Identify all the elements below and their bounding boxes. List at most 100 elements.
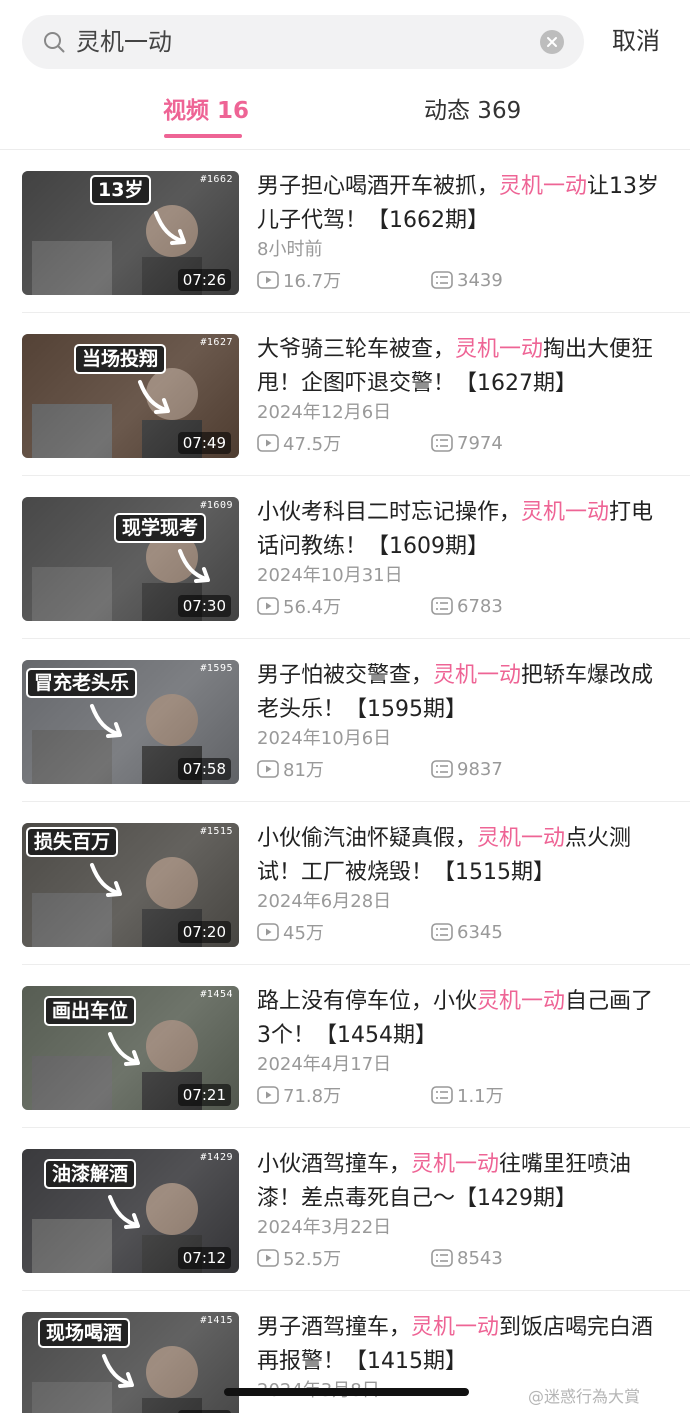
title-highlight: 灵机一动 (455, 337, 544, 362)
title-prefix: 男子担心喝酒开车被抓， (257, 174, 500, 199)
search-bar[interactable]: 灵机一动 (22, 15, 584, 69)
video-title[interactable]: 小伙考科目二时忘记操作，灵机一动打电话问教练！【1609期】 (257, 496, 667, 564)
play-count-value: 52.5万 (283, 1249, 342, 1270)
play-icon (257, 760, 279, 778)
video-duration: 07:21 (177, 1084, 231, 1106)
thumbnail-caption: 油漆解酒 (44, 1159, 137, 1189)
publish-date: 2024年10月6日 (257, 728, 392, 749)
publish-date: 2024年10月31日 (257, 565, 403, 586)
publish-date: 8小时前 (257, 239, 323, 260)
comment-count-value: 8543 (457, 1247, 503, 1269)
thumbnail-caption: 画出车位 (44, 996, 137, 1026)
video-thumbnail[interactable]: #1662 13岁 07:26 (22, 171, 239, 295)
video-thumbnail[interactable]: #1627 当场投翔 07:49 (22, 334, 239, 458)
comment-count: 7974 (431, 432, 503, 454)
title-highlight: 灵机一动 (477, 826, 566, 851)
video-thumbnail[interactable]: #1609 现学现考 07:30 (22, 497, 239, 621)
video-thumbnail[interactable]: #1454 画出车位 07:21 (22, 986, 239, 1110)
video-item[interactable]: #1609 现学现考 07:30 小伙考科目二时忘记操作，灵机一动打电话问教练！… (0, 476, 690, 639)
play-icon (257, 923, 279, 941)
comment-icon (431, 434, 453, 452)
video-thumbnail[interactable]: #1429 油漆解酒 07:12 (22, 1149, 239, 1273)
video-item[interactable]: #1429 油漆解酒 07:12 小伙酒驾撞车，灵机一动往嘴里狂喷油漆！差点毒死… (0, 1128, 690, 1291)
video-list[interactable]: #1662 13岁 07:26 男子担心喝酒开车被抓，灵机一动让13岁儿子代驾！… (0, 150, 690, 1413)
arrow-icon (154, 211, 186, 245)
video-duration: 07:12 (177, 1247, 231, 1269)
video-thumbnail[interactable]: #1515 损失百万 07:20 (22, 823, 239, 947)
video-title[interactable]: 男子怕被交警查，灵机一动把轿车爆改成老头乐！【1595期】 (257, 659, 667, 727)
title-highlight: 灵机一动 (499, 174, 588, 199)
title-prefix: 男子怕被交警查， (257, 663, 434, 688)
publish-date: 2024年6月28日 (257, 891, 392, 912)
title-prefix: 路上没有停车位，小伙 (257, 989, 478, 1014)
video-title[interactable]: 男子酒驾撞车，灵机一动到饭店喝完白酒再报警！【1415期】 (257, 1311, 667, 1379)
title-highlight: 灵机一动 (411, 1152, 500, 1177)
video-thumbnail[interactable]: #1415 现场喝酒 07:50 (22, 1312, 239, 1413)
tab-video[interactable]: 视频 16 (163, 95, 249, 127)
cancel-button[interactable]: 取消 (612, 24, 660, 58)
clear-search-icon[interactable] (540, 30, 564, 54)
episode-badge: #1595 (200, 663, 233, 674)
title-highlight: 灵机一动 (521, 500, 610, 525)
arrow-icon (178, 549, 210, 583)
comment-count-value: 7974 (457, 432, 503, 454)
video-title[interactable]: 大爷骑三轮车被查，灵机一动掏出大便狂甩！企图吓退交警！【1627期】 (257, 333, 667, 401)
comment-icon (431, 1086, 453, 1104)
thumbnail-caption: 现场喝酒 (38, 1318, 131, 1348)
tab-dynamic[interactable]: 动态 369 (424, 95, 521, 127)
play-count: 16.7万 (257, 269, 342, 292)
play-count-value: 16.7万 (283, 271, 342, 292)
video-thumbnail[interactable]: #1595 冒充老头乐 07:58 (22, 660, 239, 784)
thumbnail-caption: 冒充老头乐 (26, 668, 138, 698)
play-count-value: 47.5万 (283, 434, 342, 455)
title-highlight: 灵机一动 (411, 1315, 500, 1340)
comment-icon (431, 271, 453, 289)
publish-date: 2024年3月22日 (257, 1217, 392, 1238)
play-count: 47.5万 (257, 432, 342, 455)
thumbnail-caption: 现学现考 (114, 513, 207, 543)
active-tab-indicator (164, 134, 242, 138)
comment-count: 6345 (431, 921, 503, 943)
title-prefix: 小伙偷汽油怀疑真假， (257, 826, 478, 851)
video-duration: 07:30 (177, 595, 231, 617)
search-icon (44, 32, 65, 53)
comment-count-value: 9837 (457, 758, 503, 780)
episode-badge: #1627 (200, 337, 233, 348)
comment-icon (431, 923, 453, 941)
video-duration: 07:49 (177, 432, 231, 454)
arrow-icon (108, 1032, 140, 1066)
play-count-value: 81万 (283, 760, 324, 781)
play-icon (257, 1086, 279, 1104)
watermark: @迷惑行為大賞 (528, 1387, 641, 1406)
episode-badge: #1662 (200, 174, 233, 185)
play-count: 71.8万 (257, 1084, 342, 1107)
play-icon (257, 597, 279, 615)
title-prefix: 男子酒驾撞车， (257, 1315, 412, 1340)
play-icon (257, 271, 279, 289)
video-title[interactable]: 小伙酒驾撞车，灵机一动往嘴里狂喷油漆！差点毒死自己～【1429期】 (257, 1148, 667, 1216)
play-count: 81万 (257, 758, 324, 781)
title-prefix: 大爷骑三轮车被查， (257, 337, 456, 362)
video-item[interactable]: #1595 冒充老头乐 07:58 男子怕被交警查，灵机一动把轿车爆改成老头乐！… (0, 639, 690, 802)
video-title[interactable]: 路上没有停车位，小伙灵机一动自己画了3个！【1454期】 (257, 985, 667, 1053)
video-title[interactable]: 男子担心喝酒开车被抓，灵机一动让13岁儿子代驾！【1662期】 (257, 170, 667, 238)
play-count: 52.5万 (257, 1247, 342, 1270)
search-input[interactable]: 灵机一动 (76, 27, 172, 57)
episode-badge: #1429 (200, 1152, 233, 1163)
video-title[interactable]: 小伙偷汽油怀疑真假，灵机一动点火测试！工厂被烧毁！【1515期】 (257, 822, 667, 890)
episode-badge: #1454 (200, 989, 233, 1000)
play-count-value: 45万 (283, 923, 324, 944)
video-item[interactable]: #1454 画出车位 07:21 路上没有停车位，小伙灵机一动自己画了3个！【1… (0, 965, 690, 1128)
comment-icon (431, 597, 453, 615)
video-item[interactable]: #1515 损失百万 07:20 小伙偷汽油怀疑真假，灵机一动点火测试！工厂被烧… (0, 802, 690, 965)
play-count-value: 71.8万 (283, 1086, 342, 1107)
arrow-icon (90, 704, 122, 738)
comment-count-value: 3439 (457, 269, 503, 291)
comment-count: 8543 (431, 1247, 503, 1269)
thumbnail-caption: 损失百万 (26, 827, 119, 857)
video-item[interactable]: #1627 当场投翔 07:49 大爷骑三轮车被查，灵机一动掏出大便狂甩！企图吓… (0, 313, 690, 476)
arrow-icon (102, 1354, 134, 1388)
thumbnail-caption: 13岁 (90, 175, 152, 205)
comment-count: 6783 (431, 595, 503, 617)
video-item[interactable]: #1662 13岁 07:26 男子担心喝酒开车被抓，灵机一动让13岁儿子代驾！… (0, 150, 690, 313)
